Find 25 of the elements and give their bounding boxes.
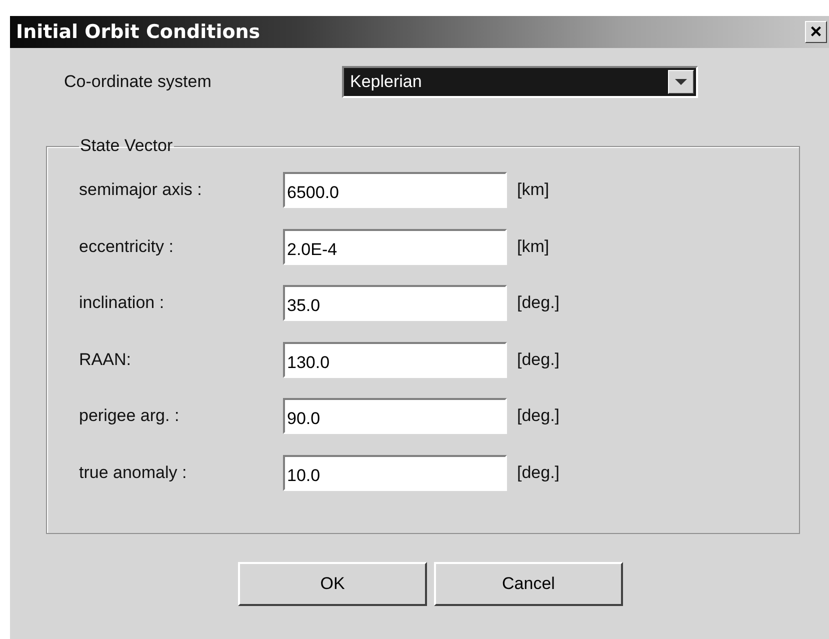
input-field[interactable]: 130.0 bbox=[283, 342, 507, 378]
field-label: RAAN: bbox=[79, 350, 132, 370]
input-field[interactable]: 90.0 bbox=[283, 398, 507, 434]
dialog-button[interactable]: OK bbox=[238, 562, 427, 606]
input-field[interactable]: 35.0 bbox=[283, 285, 507, 322]
field-label: true anomaly : bbox=[79, 462, 188, 483]
field-label: eccentricity : bbox=[79, 236, 174, 257]
unit-label: [km] bbox=[517, 236, 550, 257]
input-field[interactable]: 10.0 bbox=[283, 454, 507, 491]
field-label: semimajor axis : bbox=[79, 180, 203, 200]
input-field[interactable]: 6500.0 bbox=[283, 172, 507, 208]
dialog-button[interactable]: Cancel bbox=[434, 562, 623, 606]
input-field[interactable]: 2.0E-4 bbox=[283, 228, 507, 265]
unit-label: [deg.] bbox=[517, 406, 560, 426]
field-label: perigee arg. : bbox=[79, 406, 180, 426]
field-label: inclination : bbox=[79, 293, 166, 314]
unit-label: [deg.] bbox=[517, 293, 560, 314]
unit-label: [deg.] bbox=[517, 462, 560, 483]
field-label: Co-ordinate system bbox=[63, 72, 212, 92]
window-title: Initial Orbit Conditions bbox=[16, 21, 260, 43]
unit-label: [km] bbox=[517, 180, 550, 200]
close-button[interactable]: × bbox=[805, 21, 827, 43]
group-title: State Vector bbox=[79, 136, 174, 156]
unit-label: [deg.] bbox=[517, 350, 560, 370]
coordinate-system-dropdown[interactable]: Keplerian bbox=[342, 66, 698, 98]
